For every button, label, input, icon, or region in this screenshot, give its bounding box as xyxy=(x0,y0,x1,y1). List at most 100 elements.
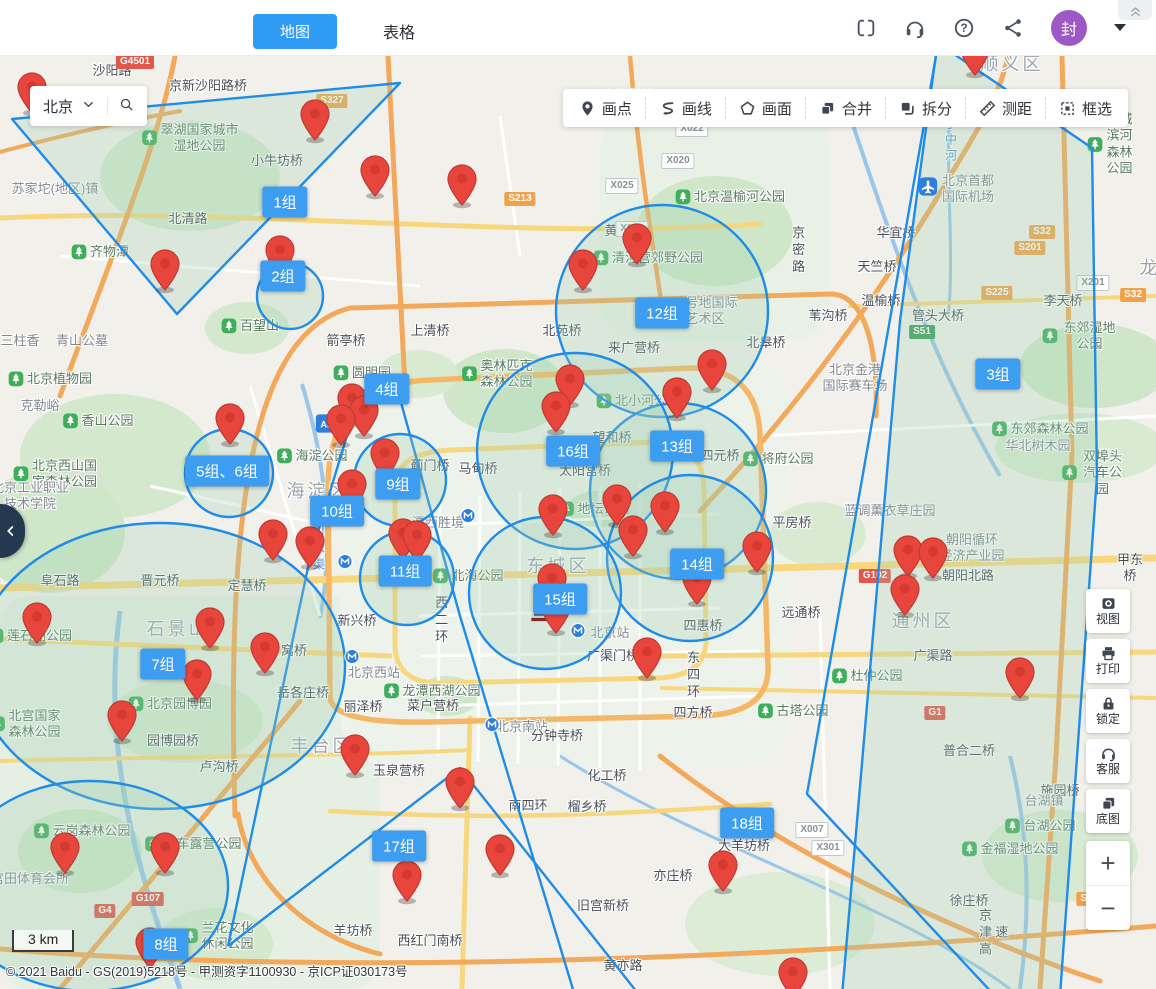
group-badge[interactable]: 9组 xyxy=(375,469,420,500)
map-pin-marker[interactable] xyxy=(259,520,287,560)
map-pin-marker[interactable] xyxy=(183,660,211,700)
map-canvas[interactable]: 沙阳路京新沙阳路桥翠湖国家城市 湿地公园小牛坊桥苏家坨(地区)镇北清路齐物潭百望… xyxy=(0,56,1156,989)
group-badge[interactable]: 7组 xyxy=(140,649,185,680)
search-icon xyxy=(119,97,134,112)
group-badge[interactable]: 10组 xyxy=(310,496,364,527)
tab-map[interactable]: 地图 xyxy=(253,14,337,49)
chevron-down-icon xyxy=(81,97,96,112)
chevron-left-icon xyxy=(3,523,19,539)
zoom-in-button[interactable]: + xyxy=(1086,841,1130,885)
map-pin-marker[interactable] xyxy=(623,224,651,264)
pin-icon xyxy=(579,100,596,117)
map-pin-marker[interactable] xyxy=(779,958,807,989)
headset-button[interactable] xyxy=(904,17,926,39)
group-badge[interactable]: 14组 xyxy=(670,549,724,580)
ruler-icon xyxy=(979,100,996,117)
map-pin-marker[interactable] xyxy=(393,861,421,901)
map-pin-marker[interactable] xyxy=(108,701,136,741)
map-pin-marker[interactable] xyxy=(891,575,919,615)
map-tool-polygon[interactable]: 画面 xyxy=(725,97,805,119)
zoom-out-button[interactable]: − xyxy=(1086,885,1130,930)
map-pin-marker[interactable] xyxy=(1006,658,1034,698)
map-tool-ruler[interactable]: 测距 xyxy=(965,97,1045,119)
copyright-text: © 2021 Baidu - GS(2019)5218号 - 甲测资字11009… xyxy=(6,961,408,980)
view-tabs: 地图 表格 xyxy=(253,12,415,50)
map-toolbar: 画点画线画面合并拆分测距框选 xyxy=(563,89,1128,127)
map-pin-marker[interactable] xyxy=(486,835,514,875)
map-pin-marker[interactable] xyxy=(663,378,691,418)
polygon-icon xyxy=(739,100,756,117)
map-pin-marker[interactable] xyxy=(709,851,737,891)
map-pin-marker[interactable] xyxy=(651,492,679,532)
avatar[interactable]: 封 xyxy=(1051,10,1087,46)
map-pin-marker[interactable] xyxy=(743,532,771,572)
map-pin-marker[interactable] xyxy=(51,833,79,873)
rail-printer-button[interactable]: 打印 xyxy=(1086,639,1130,683)
rail-layers-button[interactable]: 底图 xyxy=(1086,789,1130,833)
group-badge[interactable]: 8组 xyxy=(143,929,188,960)
map-pin-marker[interactable] xyxy=(539,495,567,535)
rail-headset-button[interactable]: 客服 xyxy=(1086,739,1130,783)
fullscreen-button[interactable] xyxy=(855,17,877,39)
group-badge[interactable]: 15组 xyxy=(533,584,587,615)
map-pin-marker[interactable] xyxy=(341,735,369,775)
map-pin-marker[interactable] xyxy=(569,250,597,290)
chevrons-up-icon xyxy=(1128,3,1143,18)
printer-icon xyxy=(1100,645,1117,662)
collapse-topbar-button[interactable] xyxy=(1118,0,1152,20)
map-pin-marker[interactable] xyxy=(633,638,661,678)
map-pin-marker[interactable] xyxy=(327,405,355,445)
map-pin-marker[interactable] xyxy=(919,538,947,578)
lock-icon xyxy=(1100,695,1117,712)
map-tool-box-select[interactable]: 框选 xyxy=(1045,97,1125,119)
map-tool-pin[interactable]: 画点 xyxy=(566,97,645,119)
map-tool-merge[interactable]: 合并 xyxy=(805,97,885,119)
city-selector-value: 北京 xyxy=(43,96,73,117)
map-scale: 3 km xyxy=(12,930,74,952)
map-pin-marker[interactable] xyxy=(216,404,244,444)
group-badge[interactable]: 4组 xyxy=(364,374,409,405)
map-pin-marker[interactable] xyxy=(296,527,324,567)
group-badge[interactable]: 5组、6组 xyxy=(185,456,269,487)
map-tool-polyline[interactable]: 画线 xyxy=(645,97,725,119)
help-button[interactable]: ? xyxy=(953,17,975,39)
help-icon: ? xyxy=(953,17,975,39)
city-selector[interactable]: 北京 xyxy=(30,86,147,126)
map-pin-marker[interactable] xyxy=(361,156,389,196)
tab-table[interactable]: 表格 xyxy=(383,12,415,50)
map-pin-marker[interactable] xyxy=(151,833,179,873)
group-badge[interactable]: 2组 xyxy=(260,261,305,292)
topbar: 地图 表格 ? 封 xyxy=(0,0,1156,56)
map-pin-marker[interactable] xyxy=(542,392,570,432)
group-badge[interactable]: 17组 xyxy=(372,831,426,862)
group-badge[interactable]: 3组 xyxy=(975,359,1020,390)
map-pin-marker[interactable] xyxy=(446,768,474,808)
map-pin-marker[interactable] xyxy=(894,536,922,576)
view-icon xyxy=(1100,595,1117,612)
rail-lock-button[interactable]: 锁定 xyxy=(1086,689,1130,733)
group-badge[interactable]: 11组 xyxy=(379,556,432,587)
right-rail: 视图打印锁定客服底图 +− xyxy=(1086,589,1130,930)
rail-view-button[interactable]: 视图 xyxy=(1086,589,1130,633)
map-pin-marker[interactable] xyxy=(619,516,647,556)
map-pin-marker[interactable] xyxy=(251,633,279,673)
map-pin-marker[interactable] xyxy=(23,603,51,643)
map-pin-marker[interactable] xyxy=(196,608,224,648)
group-badge[interactable]: 1组 xyxy=(262,187,307,218)
search-icon[interactable] xyxy=(119,97,134,116)
group-badge[interactable]: 13组 xyxy=(650,431,704,462)
map-pin-marker[interactable] xyxy=(698,350,726,390)
split-icon xyxy=(899,100,916,117)
group-badge[interactable]: 12组 xyxy=(635,298,689,329)
map-tool-split[interactable]: 拆分 xyxy=(885,97,965,119)
fullscreen-icon xyxy=(855,17,877,39)
map-pin-marker[interactable] xyxy=(961,56,989,75)
group-badge[interactable]: 16组 xyxy=(546,436,600,467)
caret-down-icon[interactable] xyxy=(1114,24,1126,31)
map-pin-marker[interactable] xyxy=(448,165,476,205)
zoom-control: +− xyxy=(1086,841,1130,930)
share-button[interactable] xyxy=(1002,17,1024,39)
group-badge[interactable]: 18组 xyxy=(720,808,774,839)
map-pin-marker[interactable] xyxy=(301,100,329,140)
map-pin-marker[interactable] xyxy=(151,250,179,290)
